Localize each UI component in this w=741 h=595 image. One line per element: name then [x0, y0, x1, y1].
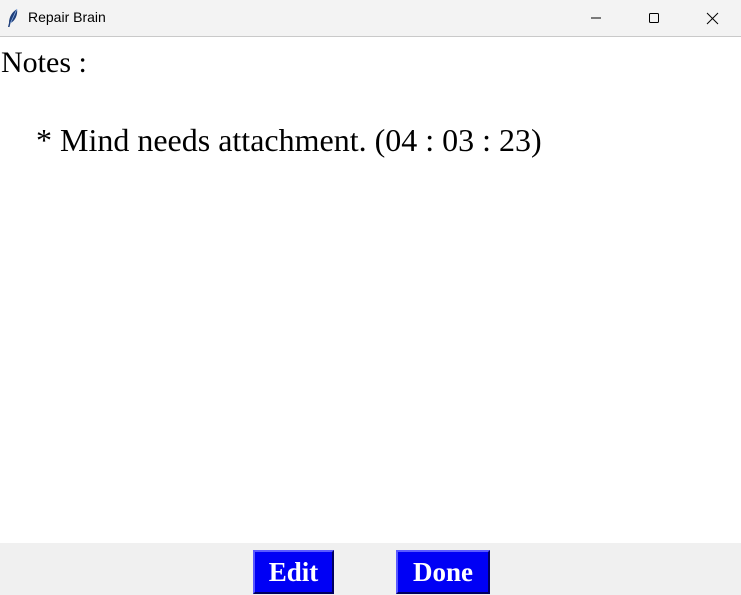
done-button[interactable]: Done: [396, 550, 490, 594]
maximize-icon: [648, 12, 660, 24]
maximize-button[interactable]: [625, 0, 683, 36]
window-title: Repair Brain: [28, 9, 106, 25]
edit-button[interactable]: Edit: [253, 550, 334, 594]
close-button[interactable]: [683, 0, 741, 36]
title-bar[interactable]: Repair Brain: [0, 0, 741, 37]
note-item: * Mind needs attachment. (04 : 03 : 23): [36, 122, 542, 158]
app-window: Repair Brain Notes : * Mind needs attach…: [0, 0, 741, 595]
notes-area: Notes : * Mind needs attachment. (04 : 0…: [0, 38, 741, 543]
close-icon: [706, 12, 719, 25]
action-bar: Edit Done: [0, 543, 741, 595]
feather-icon: [6, 8, 20, 28]
minimize-button[interactable]: [567, 0, 625, 36]
minimize-icon: [590, 12, 602, 24]
notes-heading: Notes :: [1, 46, 87, 79]
